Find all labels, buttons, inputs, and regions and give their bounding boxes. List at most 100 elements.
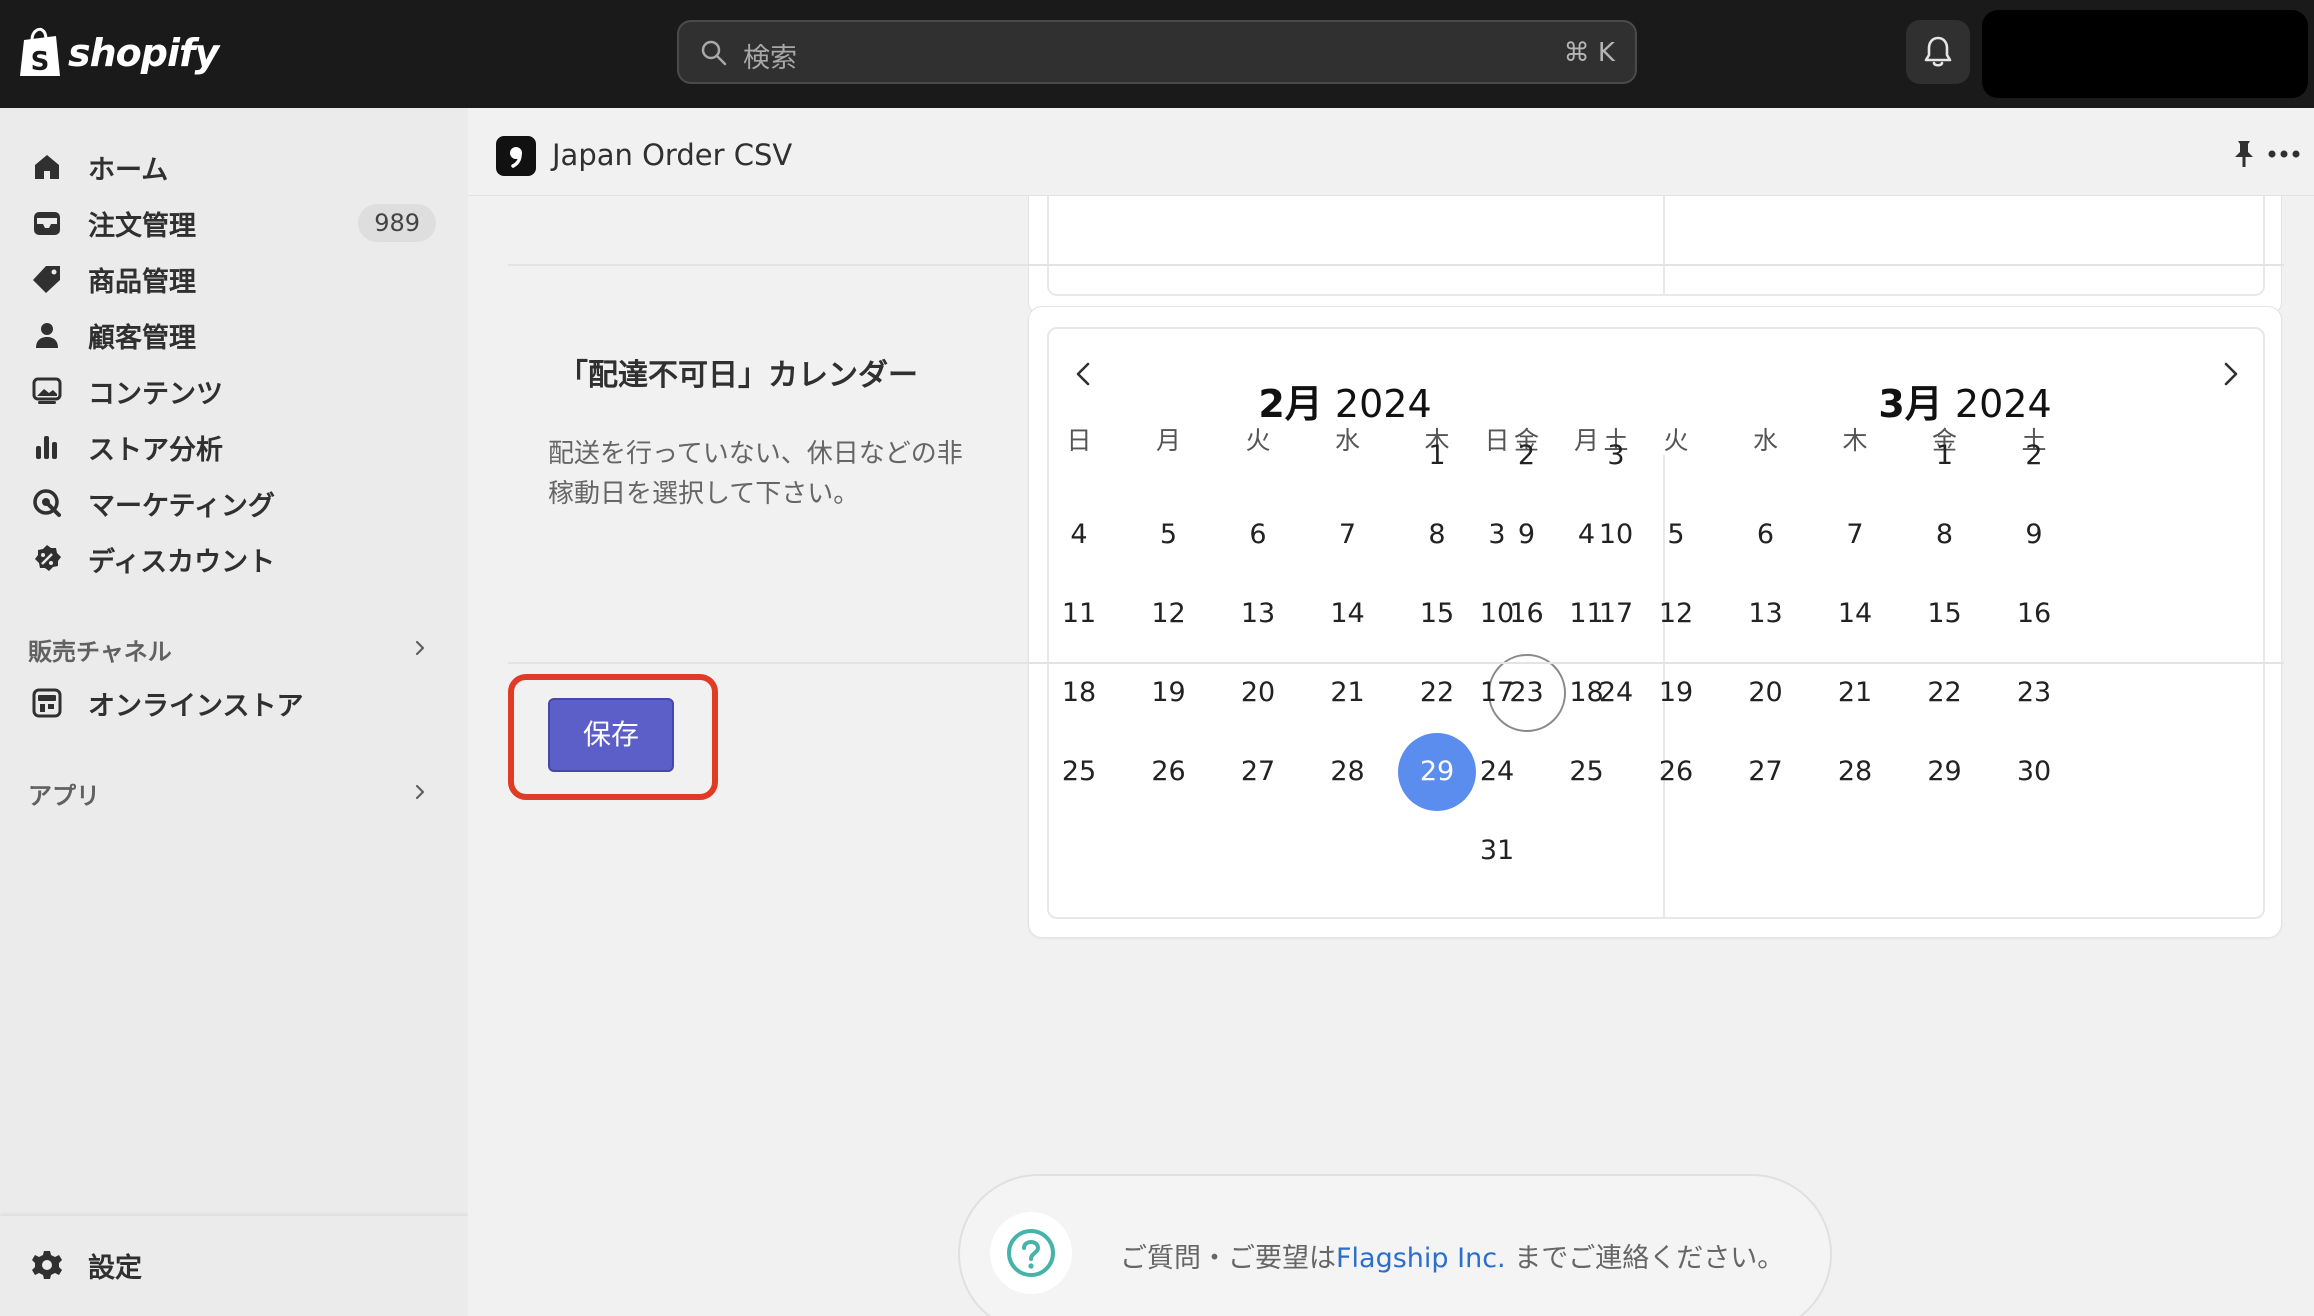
calendar-day[interactable]: 20: [1727, 654, 1805, 732]
home-icon: [35, 155, 59, 179]
sidebar-item-settings[interactable]: 設定: [20, 1240, 440, 1290]
calendar-day[interactable]: 17: [1458, 654, 1536, 732]
calendar-day[interactable]: 12: [1130, 575, 1208, 653]
calendar-day[interactable]: 21: [1816, 654, 1894, 732]
calendar-day[interactable]: 7: [1816, 496, 1894, 574]
search-icon: [701, 40, 727, 66]
calendar-day[interactable]: 28: [1309, 733, 1387, 811]
notifications-button[interactable]: [1906, 20, 1970, 84]
calendar-day[interactable]: 7: [1309, 496, 1387, 574]
calendar-day[interactable]: 1: [1906, 417, 1984, 495]
calendar-day[interactable]: 8: [1906, 496, 1984, 574]
calendar-day[interactable]: 10: [1458, 575, 1536, 653]
calendar-day[interactable]: 14: [1816, 575, 1894, 653]
calendar-day[interactable]: 31: [1458, 812, 1536, 890]
calendar-day[interactable]: 18: [1548, 654, 1626, 732]
sidebar-item-online-store[interactable]: オンラインストア: [20, 678, 440, 728]
calendar-day[interactable]: 9: [1995, 496, 2073, 574]
sidebar-item-discounts[interactable]: ディスカウント: [20, 534, 440, 584]
calendar-day[interactable]: 4: [1040, 496, 1118, 574]
account-menu[interactable]: [1982, 10, 2308, 98]
calendar-day[interactable]: 25: [1040, 733, 1118, 811]
app-title: Japan Order CSV: [552, 138, 793, 172]
calendar-day[interactable]: 30: [1995, 733, 2073, 811]
calendar-day[interactable]: 6: [1219, 496, 1297, 574]
calendar-day[interactable]: 16: [1995, 575, 2073, 653]
tag-icon: [33, 266, 60, 293]
divider: [508, 662, 2284, 664]
weekday-header: 月: [1155, 426, 1181, 455]
discount-icon: [35, 545, 61, 571]
calendar-day[interactable]: 2: [1995, 417, 2073, 495]
calendar-day[interactable]: 13: [1727, 575, 1805, 653]
search-shortcut: ⌘ K: [1563, 38, 1615, 68]
sidebar-item-label: 注文管理: [88, 210, 196, 242]
calendar-day[interactable]: 11: [1040, 575, 1118, 653]
pin-icon[interactable]: [2230, 138, 2258, 170]
search-placeholder: 検索: [743, 43, 797, 74]
sidebar-item-customers[interactable]: 顧客管理: [20, 310, 440, 360]
more-actions-icon[interactable]: [2268, 150, 2300, 158]
sidebar-item-label: オンラインストア: [88, 690, 304, 722]
shopify-logo[interactable]: S shopify: [18, 22, 219, 84]
calendar-day[interactable]: 20: [1219, 654, 1297, 732]
sidebar-item-content[interactable]: コンテンツ: [20, 366, 440, 416]
sidebar-item-products[interactable]: 商品管理: [20, 254, 440, 304]
target-icon: [33, 489, 61, 517]
weekday-header: 日: [1484, 426, 1510, 455]
bar-chart-icon: [36, 436, 57, 459]
calendar-day[interactable]: 14: [1309, 575, 1387, 653]
calendar-day[interactable]: 12: [1637, 575, 1715, 653]
calendar-day[interactable]: 15: [1906, 575, 1984, 653]
chevron-right-icon[interactable]: [410, 782, 430, 802]
calendar-day[interactable]: 27: [1219, 733, 1297, 811]
calendar-day[interactable]: 6: [1727, 496, 1805, 574]
quote-icon: [510, 147, 522, 168]
calendar-day[interactable]: 4: [1548, 496, 1626, 574]
calendar-day[interactable]: 22: [1906, 654, 1984, 732]
date-picker: 2月 2024 3月 2024 日月火水木金土 1 2 3 4 5 6 7 8 9 10 11 12 13…: [1047, 327, 2265, 919]
section-title: 「配達不可日」カレンダー: [558, 358, 918, 393]
search-input[interactable]: 検索 ⌘ K: [677, 20, 1637, 84]
calendar-day[interactable]: 26: [1637, 733, 1715, 811]
calendar-day[interactable]: 1: [1398, 417, 1476, 495]
calendar-day[interactable]: 26: [1130, 733, 1208, 811]
sidebar-item-analytics[interactable]: ストア分析: [20, 422, 440, 472]
sidebar-item-label: 設定: [88, 1252, 142, 1284]
calendar-day[interactable]: 24: [1458, 733, 1536, 811]
calendar-day[interactable]: 23: [1995, 654, 2073, 732]
calendar-day[interactable]: 13: [1219, 575, 1297, 653]
sidebar-item-home[interactable]: ホーム: [20, 142, 440, 192]
calendar-day[interactable]: 19: [1637, 654, 1715, 732]
sidebar-item-label: ストア分析: [88, 434, 223, 466]
calendar-day[interactable]: 21: [1309, 654, 1387, 732]
shopping-bag-icon: S: [20, 27, 60, 77]
calendar-day[interactable]: 27: [1727, 733, 1805, 811]
calendar-day[interactable]: 29: [1906, 733, 1984, 811]
question-circle-icon: [1007, 1229, 1055, 1277]
calendar-day[interactable]: 19: [1130, 654, 1208, 732]
calendar-day[interactable]: 25: [1548, 733, 1626, 811]
section-description: 配送を行っていない、休日などの非稼動日を選択して下さい。: [548, 439, 963, 509]
apps-heading[interactable]: アプリ: [28, 776, 100, 811]
calendar-day[interactable]: 18: [1040, 654, 1118, 732]
weekday-header: 水: [1752, 426, 1778, 455]
calendar-day[interactable]: 28: [1816, 733, 1894, 811]
chevron-left-icon[interactable]: [1069, 359, 1099, 389]
sidebar-item-marketing[interactable]: マーケティング: [20, 478, 440, 528]
save-button[interactable]: 保存: [548, 698, 674, 772]
sales-channel-heading[interactable]: 販売チャネル: [28, 632, 172, 667]
gear-icon: [32, 1251, 62, 1279]
sidebar-item-orders[interactable]: 注文管理 989: [20, 198, 440, 248]
calendar-day[interactable]: 11: [1548, 575, 1626, 653]
calendar-day[interactable]: 5: [1637, 496, 1715, 574]
help-text-after: までご連絡ください。: [1505, 1243, 1785, 1274]
flagship-link[interactable]: Flagship Inc.: [1336, 1243, 1506, 1274]
store-icon: [32, 688, 62, 718]
calendar-day[interactable]: 3: [1458, 496, 1536, 574]
chevron-right-icon[interactable]: [2215, 359, 2245, 389]
top-bar: S shopify 検索 ⌘ K: [0, 0, 2314, 108]
chevron-right-icon[interactable]: [410, 638, 430, 658]
calendar-day[interactable]: 5: [1130, 496, 1208, 574]
main-content: Japan Order CSV 「配達不可日」カレンダー 配送を行っていない、休…: [468, 108, 2314, 1316]
